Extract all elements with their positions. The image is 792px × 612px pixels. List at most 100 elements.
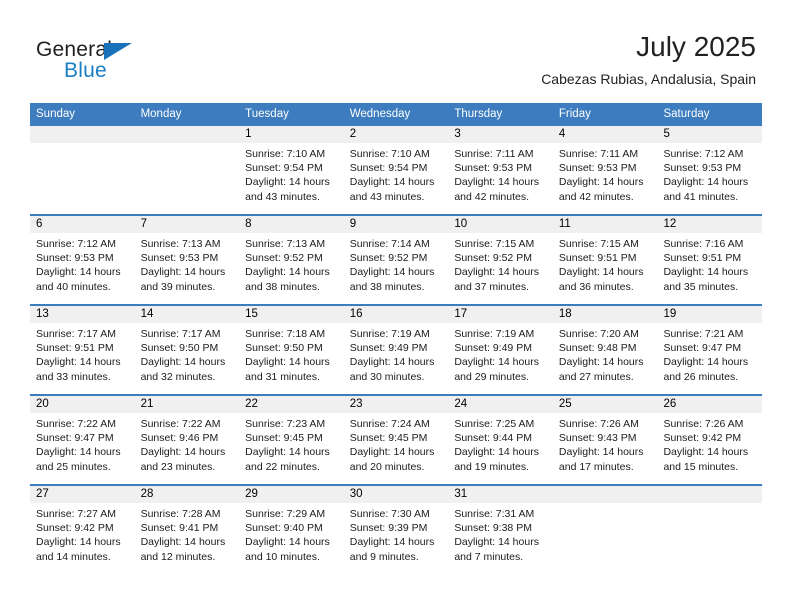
weekday-header-row: Sunday Monday Tuesday Wednesday Thursday…	[30, 103, 762, 126]
sunrise-text: Sunrise: 7:11 AM	[454, 148, 534, 160]
calendar-day-cell[interactable]: 14 Sunrise: 7:17 AM Sunset: 9:50 PM Dayligh…	[134, 306, 240, 394]
sunrise-text: Sunrise: 7:29 AM	[245, 508, 326, 520]
calendar-day-cell[interactable]: 15 Sunrise: 7:18 AM Sunset: 9:50 PM Dayligh…	[239, 306, 344, 394]
calendar-day-cell[interactable]: 16 Sunrise: 7:19 AM Sunset: 9:49 PM Dayligh…	[343, 306, 449, 394]
daylight-text-line2: and 40 minutes.	[36, 280, 111, 293]
calendar-day-cell[interactable]: 9 Sunrise: 7:14 AM Sunset: 9:52 PM Daylight…	[343, 216, 449, 304]
calendar-week-row: 6 Sunrise: 7:12 AM Sunset: 9:53 PM Daylight…	[30, 214, 763, 304]
daylight-text-line2: and 30 minutes.	[349, 370, 425, 383]
daylight-text-line2: and 43 minutes.	[245, 190, 320, 203]
weekday-header-monday: Monday	[140, 108, 182, 120]
day-number: 22	[239, 396, 344, 413]
day-details: Sunrise: 7:26 AM Sunset: 9:42 PM Daylight:…	[657, 413, 762, 474]
calendar-day-cell[interactable]: 28 Sunrise: 7:28 AM Sunset: 9:41 PM Dayligh…	[134, 486, 240, 574]
daylight-text-line2: and 23 minutes.	[140, 460, 216, 473]
page-header: General Blue July 2025 Cabezas Rubias, A…	[36, 30, 756, 98]
day-details: Sunrise: 7:18 AM Sunset: 9:50 PM Daylight:…	[239, 323, 344, 384]
calendar-day-cell[interactable]: 30 Sunrise: 7:30 AM Sunset: 9:39 PM Dayligh…	[343, 486, 449, 574]
calendar-day-cell[interactable]: 8 Sunrise: 7:13 AM Sunset: 9:52 PM Daylight…	[239, 216, 344, 304]
calendar-weeks: 1 Sunrise: 7:10 AM Sunset: 9:54 PM Daylight…	[30, 126, 763, 574]
day-details: Sunrise: 7:11 AM Sunset: 9:53 PM Daylight:…	[448, 143, 553, 204]
day-number	[657, 486, 763, 503]
daylight-text-line2: and 39 minutes.	[140, 280, 216, 293]
day-number: 5	[657, 126, 763, 143]
calendar-day-cell[interactable]: 21 Sunrise: 7:22 AM Sunset: 9:46 PM Dayligh…	[134, 396, 240, 484]
daylight-text-line1: Daylight: 14 hours	[558, 446, 644, 459]
calendar-day-cell[interactable]: 6 Sunrise: 7:12 AM Sunset: 9:53 PM Daylight…	[30, 216, 135, 304]
calendar-day-cell[interactable]: 29 Sunrise: 7:29 AM Sunset: 9:40 PM Dayligh…	[239, 486, 344, 574]
day-details: Sunrise: 7:13 AM Sunset: 9:52 PM Daylight:…	[239, 233, 344, 294]
sunrise-text: Sunrise: 7:10 AM	[349, 148, 430, 160]
day-details: Sunrise: 7:11 AM Sunset: 9:53 PM Daylight:…	[553, 143, 658, 204]
daylight-text-line1: Daylight: 14 hours	[245, 176, 330, 189]
page-title: July 2025	[636, 31, 756, 62]
calendar-day-cell[interactable]: 10 Sunrise: 7:15 AM Sunset: 9:52 PM Dayligh…	[448, 216, 553, 304]
daylight-text-line2: and 26 minutes.	[663, 370, 739, 383]
day-number: 19	[657, 306, 763, 323]
calendar-day-cell[interactable]: 4 Sunrise: 7:11 AM Sunset: 9:53 PM Daylight…	[552, 126, 658, 214]
calendar-day-cell[interactable]: 3 Sunrise: 7:11 AM Sunset: 9:53 PM Daylight…	[448, 126, 553, 214]
day-number: 26	[657, 396, 763, 413]
weekday-header-saturday: Saturday	[663, 108, 710, 120]
day-details: Sunrise: 7:17 AM Sunset: 9:51 PM Daylight:…	[30, 323, 135, 384]
day-details: Sunrise: 7:19 AM Sunset: 9:49 PM Daylight:…	[344, 323, 449, 384]
day-number: 1	[239, 126, 344, 143]
calendar-day-cell[interactable]: 31 Sunrise: 7:31 AM Sunset: 9:38 PM Dayligh…	[448, 486, 553, 574]
daylight-text-line2: and 19 minutes.	[454, 460, 530, 473]
daylight-text-line2: and 7 minutes.	[454, 550, 524, 563]
sunset-text: Sunset: 9:38 PM	[454, 522, 532, 535]
sunrise-text: Sunrise: 7:12 AM	[663, 148, 744, 160]
calendar-day-cell[interactable]: 24 Sunrise: 7:25 AM Sunset: 9:44 PM Dayligh…	[448, 396, 553, 484]
daylight-text-line1: Daylight: 14 hours	[454, 266, 539, 279]
daylight-text-line1: Daylight: 14 hours	[245, 356, 330, 369]
daylight-text-line1: Daylight: 14 hours	[245, 536, 330, 549]
daylight-text-line2: and 15 minutes.	[663, 460, 739, 473]
sunset-text: Sunset: 9:42 PM	[663, 432, 742, 445]
sunrise-text: Sunrise: 7:17 AM	[36, 328, 116, 340]
day-number: 29	[239, 486, 344, 503]
day-number: 7	[134, 216, 240, 233]
calendar-day-cell[interactable]: 5 Sunrise: 7:12 AM Sunset: 9:53 PM Daylight…	[657, 126, 763, 214]
day-details: Sunrise: 7:30 AM Sunset: 9:39 PM Daylight:…	[344, 503, 449, 564]
daylight-text-line1: Daylight: 14 hours	[349, 446, 435, 459]
calendar-day-cell[interactable]: 17 Sunrise: 7:19 AM Sunset: 9:49 PM Dayligh…	[448, 306, 553, 394]
calendar-day-cell[interactable]: 23 Sunrise: 7:24 AM Sunset: 9:45 PM Dayligh…	[343, 396, 449, 484]
sunset-text: Sunset: 9:40 PM	[245, 522, 323, 535]
day-number: 31	[448, 486, 553, 503]
daylight-text-line1: Daylight: 14 hours	[140, 446, 226, 459]
sunset-text: Sunset: 9:39 PM	[349, 522, 428, 535]
calendar-day-cell[interactable]: 22 Sunrise: 7:23 AM Sunset: 9:45 PM Dayligh…	[239, 396, 344, 484]
calendar-week-row: 20 Sunrise: 7:22 AM Sunset: 9:47 PM Dayligh…	[30, 394, 763, 484]
daylight-text-line1: Daylight: 14 hours	[663, 446, 749, 459]
calendar-day-cell[interactable]: 18 Sunrise: 7:20 AM Sunset: 9:48 PM Dayligh…	[552, 306, 658, 394]
calendar-day-cell[interactable]: 11 Sunrise: 7:15 AM Sunset: 9:51 PM Dayligh…	[552, 216, 658, 304]
calendar-day-cell[interactable]: 13 Sunrise: 7:17 AM Sunset: 9:51 PM Dayligh…	[30, 306, 135, 394]
calendar-day-cell[interactable]: 2 Sunrise: 7:10 AM Sunset: 9:54 PM Daylight…	[343, 126, 449, 214]
sunrise-text: Sunrise: 7:27 AM	[36, 508, 116, 520]
calendar-day-cell[interactable]: 7 Sunrise: 7:13 AM Sunset: 9:53 PM Daylight…	[134, 216, 240, 304]
day-details: Sunrise: 7:10 AM Sunset: 9:54 PM Daylight:…	[239, 143, 344, 204]
sunrise-text: Sunrise: 7:19 AM	[349, 328, 430, 340]
calendar-day-cell[interactable]: 26 Sunrise: 7:26 AM Sunset: 9:42 PM Dayligh…	[657, 396, 763, 484]
daylight-text-line1: Daylight: 14 hours	[454, 536, 539, 549]
calendar-day-cell[interactable]: 1 Sunrise: 7:10 AM Sunset: 9:54 PM Daylight…	[239, 126, 344, 214]
calendar-day-cell[interactable]: 27 Sunrise: 7:27 AM Sunset: 9:42 PM Dayligh…	[30, 486, 135, 574]
sunset-text: Sunset: 9:53 PM	[140, 252, 219, 265]
sunrise-text: Sunrise: 7:13 AM	[140, 238, 221, 250]
daylight-text-line2: and 22 minutes.	[245, 460, 320, 473]
logo-triangle-icon	[104, 43, 132, 60]
calendar-day-cell[interactable]: 19 Sunrise: 7:21 AM Sunset: 9:47 PM Dayligh…	[657, 306, 763, 394]
day-number: 2	[343, 126, 449, 143]
day-number: 18	[552, 306, 658, 323]
sunrise-text: Sunrise: 7:14 AM	[349, 238, 430, 250]
calendar-day-cell[interactable]: 20 Sunrise: 7:22 AM Sunset: 9:47 PM Dayligh…	[30, 396, 135, 484]
daylight-text-line1: Daylight: 14 hours	[349, 356, 435, 369]
sunrise-text: Sunrise: 7:15 AM	[558, 238, 639, 250]
calendar-day-cell[interactable]: 12 Sunrise: 7:16 AM Sunset: 9:51 PM Dayligh…	[657, 216, 763, 304]
sunrise-text: Sunrise: 7:28 AM	[140, 508, 221, 520]
daylight-text-line1: Daylight: 14 hours	[663, 266, 749, 279]
day-number: 14	[134, 306, 240, 323]
calendar-day-cell[interactable]: 25 Sunrise: 7:26 AM Sunset: 9:43 PM Dayligh…	[552, 396, 658, 484]
general-blue-logo[interactable]: General Blue	[36, 38, 216, 88]
calendar-day-cell-empty	[552, 486, 658, 574]
